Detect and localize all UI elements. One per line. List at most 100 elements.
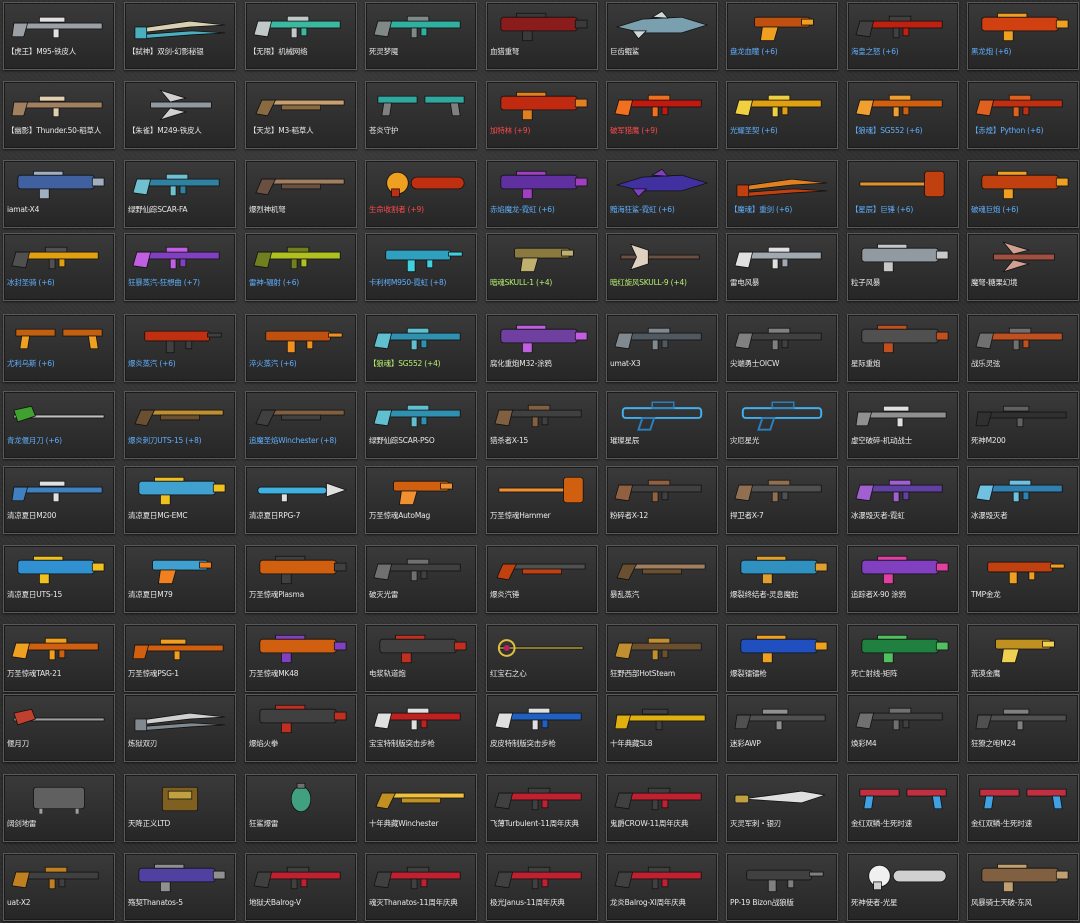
weapon-card[interactable]: 宝宝特制版突击步枪: [365, 694, 477, 762]
weapon-card[interactable]: 冰封圣骑 (+6): [3, 233, 115, 301]
weapon-card[interactable]: 灭灵军刺・银刃: [726, 774, 838, 842]
weapon-card[interactable]: 万圣惊魂TAR-21: [3, 624, 115, 692]
weapon-card[interactable]: 猎杀者X-15: [486, 391, 598, 459]
weapon-card[interactable]: 【天龙】M3-稻草人: [245, 81, 357, 149]
weapon-card[interactable]: 【虎王】M95-铁皮人: [3, 2, 115, 70]
weapon-card[interactable]: 【狼魂】SG552 (+6): [847, 81, 959, 149]
weapon-card[interactable]: 追魔圣焰Winchester (+8): [245, 391, 357, 459]
weapon-card[interactable]: 魔弩-糖果幻境: [967, 233, 1079, 301]
weapon-card[interactable]: 腐化重炮M32-涂鸦: [486, 314, 598, 382]
weapon-card[interactable]: 皮皮特制版突击步枪: [486, 694, 598, 762]
weapon-card[interactable]: 淬火蒸汽 (+6): [245, 314, 357, 382]
weapon-card[interactable]: 极光Janus-11周年庆典: [486, 853, 598, 921]
weapon-card[interactable]: 死神使者-光星: [847, 853, 959, 921]
weapon-card[interactable]: 青龙偃月刀 (+6): [3, 391, 115, 459]
weapon-card[interactable]: 爆烈神机弩: [245, 160, 357, 228]
weapon-card[interactable]: 璀璨星辰: [606, 391, 718, 459]
weapon-card[interactable]: 爆炎蒸汽 (+6): [124, 314, 236, 382]
weapon-card[interactable]: 十年典藏SL8: [606, 694, 718, 762]
weapon-card[interactable]: 【星辰】巨锤 (+6): [847, 160, 959, 228]
weapon-card[interactable]: 破魂巨炮 (+6): [967, 160, 1079, 228]
weapon-card[interactable]: 星际重炮: [847, 314, 959, 382]
weapon-card[interactable]: 清凉夏日UTS-15: [3, 545, 115, 613]
weapon-card[interactable]: 电浆轨道炮: [365, 624, 477, 692]
weapon-card[interactable]: 粉碎者X-12: [606, 466, 718, 534]
weapon-card[interactable]: PP-19 Bizon战狼版: [726, 853, 838, 921]
weapon-card[interactable]: 冰瀑毁灭者-霓虹: [847, 466, 959, 534]
weapon-card[interactable]: 巨齿鲲鲨: [606, 2, 718, 70]
weapon-card[interactable]: 炼狱双刃: [124, 694, 236, 762]
weapon-card[interactable]: 追踪者X-90 涂鸦: [847, 545, 959, 613]
weapon-card[interactable]: 爆裂镭镭枪: [726, 624, 838, 692]
weapon-card[interactable]: 飞薄Turbulent-11周年庆典: [486, 774, 598, 842]
weapon-card[interactable]: 地狱犬Balrog-V: [245, 853, 357, 921]
weapon-card[interactable]: 狂野西部HotSteam: [606, 624, 718, 692]
weapon-card[interactable]: 血猎重弩: [486, 2, 598, 70]
weapon-card[interactable]: 万圣惊魂MK48: [245, 624, 357, 692]
weapon-card[interactable]: 死神M200: [967, 391, 1079, 459]
weapon-card[interactable]: 【朱雀】M249-铁皮人: [124, 81, 236, 149]
weapon-card[interactable]: 爆裂终结者-灵息魔蛇: [726, 545, 838, 613]
weapon-card[interactable]: 天降正义LTD: [124, 774, 236, 842]
weapon-card[interactable]: uat-X2: [3, 853, 115, 921]
weapon-card[interactable]: 迷彩AWP: [726, 694, 838, 762]
weapon-card[interactable]: 黑龙炮 (+6): [967, 2, 1079, 70]
weapon-card[interactable]: 狂鲨爆雷: [245, 774, 357, 842]
weapon-card[interactable]: 战乐灵弦: [967, 314, 1079, 382]
weapon-card[interactable]: 破灭光雷: [365, 545, 477, 613]
weapon-card[interactable]: 万圣惊魂PSG-1: [124, 624, 236, 692]
weapon-card[interactable]: 加特林 (+9): [486, 81, 598, 149]
weapon-card[interactable]: 生命收割者 (+9): [365, 160, 477, 228]
weapon-card[interactable]: 【弑神】双剑-幻影秘银: [124, 2, 236, 70]
weapon-card[interactable]: 荒漠金鹰: [967, 624, 1079, 692]
weapon-card[interactable]: 清凉夏日M79: [124, 545, 236, 613]
weapon-card[interactable]: iamat-X4: [3, 160, 115, 228]
weapon-card[interactable]: 虚空破碎-机动战士: [847, 391, 959, 459]
weapon-card[interactable]: 海皇之怒 (+6): [847, 2, 959, 70]
weapon-card[interactable]: 冰瀑毁灭者: [967, 466, 1079, 534]
weapon-card[interactable]: 暴乱蒸汽: [606, 545, 718, 613]
weapon-card[interactable]: 爆焰火拳: [245, 694, 357, 762]
weapon-card[interactable]: 暗魂SKULL-1 (+4): [486, 233, 598, 301]
weapon-card[interactable]: 金红双鳞-生死时速: [967, 774, 1079, 842]
weapon-card[interactable]: 万圣惊魂AutoMag: [365, 466, 477, 534]
weapon-card[interactable]: 【无限】机械网络: [245, 2, 357, 70]
weapon-card[interactable]: 风暴骑士天破-东风: [967, 853, 1079, 921]
weapon-card[interactable]: 死亡射线-矩阵: [847, 624, 959, 692]
weapon-card[interactable]: 卡利柯M950-霓虹 (+8): [365, 233, 477, 301]
weapon-card[interactable]: 万圣惊魂Hammer: [486, 466, 598, 534]
weapon-card[interactable]: 狂暴蒸汽-狂想曲 (+7): [124, 233, 236, 301]
weapon-card[interactable]: 焕彩M4: [847, 694, 959, 762]
weapon-card[interactable]: 清凉夏日MG-EMC: [124, 466, 236, 534]
weapon-card[interactable]: 赤焰魔龙-霓虹 (+6): [486, 160, 598, 228]
weapon-card[interactable]: 暗红旋风SKULL-9 (+4): [606, 233, 718, 301]
weapon-card[interactable]: 万圣惊魂Plasma: [245, 545, 357, 613]
weapon-card[interactable]: umat-X3: [606, 314, 718, 382]
weapon-card[interactable]: 龙炎Balrog-XI周年庆典: [606, 853, 718, 921]
weapon-card[interactable]: 鬼爵CROW-11周年庆典: [606, 774, 718, 842]
weapon-card[interactable]: 【幽影】Thunder.50-稻草人: [3, 81, 115, 149]
weapon-card[interactable]: 苍炎守护: [365, 81, 477, 149]
weapon-card[interactable]: 偃月刀: [3, 694, 115, 762]
weapon-card[interactable]: TMP金龙: [967, 545, 1079, 613]
weapon-card[interactable]: 雷电风暴: [726, 233, 838, 301]
weapon-card[interactable]: 金红双鳞-生死时速: [847, 774, 959, 842]
weapon-card[interactable]: 阔剑地雷: [3, 774, 115, 842]
weapon-card[interactable]: 清凉夏日RPG-7: [245, 466, 357, 534]
weapon-card[interactable]: 尤利乌斯 (+6): [3, 314, 115, 382]
weapon-card[interactable]: 【赤煌】Python (+6): [967, 81, 1079, 149]
weapon-card[interactable]: 光耀圣契 (+6): [726, 81, 838, 149]
weapon-card[interactable]: 绿野仙踪SCAR-PSO: [365, 391, 477, 459]
weapon-card[interactable]: 尖端勇士OICW: [726, 314, 838, 382]
weapon-card[interactable]: 破军猎鹰 (+9): [606, 81, 718, 149]
weapon-card[interactable]: 红宝石之心: [486, 624, 598, 692]
weapon-card[interactable]: 殇契Thanatos-5: [124, 853, 236, 921]
weapon-card[interactable]: 魂灭Thanatos-11周年庆典: [365, 853, 477, 921]
weapon-card[interactable]: 【狼魂】SG552 (+4): [365, 314, 477, 382]
weapon-card[interactable]: 粒子风暴: [847, 233, 959, 301]
weapon-card[interactable]: 清凉夏日M200: [3, 466, 115, 534]
weapon-card[interactable]: 绿野仙踪SCAR-FA: [124, 160, 236, 228]
weapon-card[interactable]: 捍卫者X-7: [726, 466, 838, 534]
weapon-card[interactable]: 【魔魂】重剑 (+6): [726, 160, 838, 228]
weapon-card[interactable]: 雷神-辐射 (+6): [245, 233, 357, 301]
